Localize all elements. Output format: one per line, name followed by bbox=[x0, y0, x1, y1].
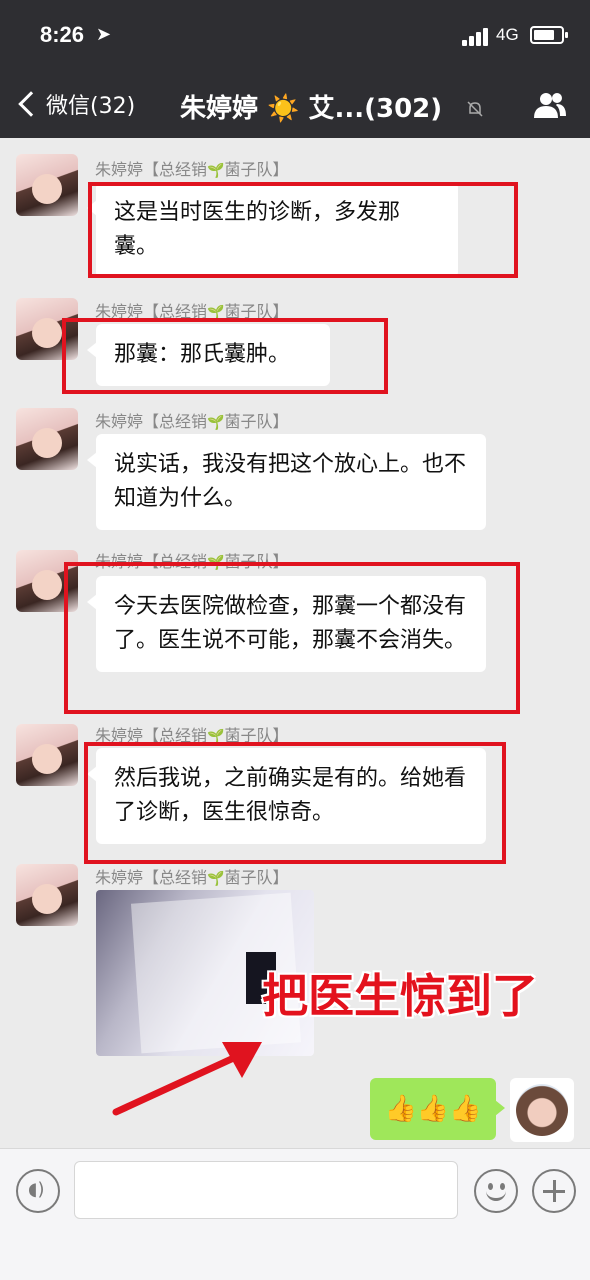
battery-icon bbox=[530, 26, 568, 44]
sender-avatar[interactable] bbox=[16, 408, 78, 470]
chat-title: 朱婷婷 ☀️ 艾...(302) bbox=[180, 94, 443, 124]
more-button[interactable] bbox=[532, 1169, 576, 1213]
message-input[interactable] bbox=[74, 1161, 458, 1219]
sender-avatar[interactable] bbox=[16, 724, 78, 786]
sprout-icon: 🌱 bbox=[207, 729, 225, 745]
status-bar: 8:26 ➤ 4G bbox=[0, 0, 590, 70]
message-bubble[interactable]: 说实话，我没有把这个放心上。也不知道为什么。 bbox=[87, 434, 486, 530]
status-time: 8:26 bbox=[40, 22, 85, 47]
sender-avatar[interactable] bbox=[16, 298, 78, 360]
back-button[interactable]: 微信(32) bbox=[14, 88, 135, 120]
message-bubble[interactable]: 然后我说，之前确实是有的。给她看了诊断，医生很惊奇。 bbox=[87, 748, 486, 844]
sender-label: 朱婷婷【总经销🌱菌子队】 bbox=[95, 412, 289, 431]
sprout-icon: 🌱 bbox=[207, 415, 225, 431]
back-label: 微信(32) bbox=[46, 94, 136, 119]
my-message-bubble[interactable]: 👍👍👍 bbox=[370, 1078, 505, 1140]
my-avatar[interactable] bbox=[510, 1078, 574, 1142]
voice-button[interactable]: ◖) bbox=[16, 1169, 60, 1213]
input-bar: ◖) bbox=[0, 1148, 590, 1280]
sender-label: 朱婷婷【总经销🌱菌子队】 bbox=[95, 302, 289, 321]
message-bubble[interactable]: 今天去医院做检查，那囊一个都没有了。医生说不可能，那囊不会消失。 bbox=[87, 576, 486, 672]
mute-bell-icon bbox=[467, 101, 483, 117]
sprout-icon: 🌱 bbox=[207, 871, 225, 887]
sender-label: 朱婷婷【总经销🌱菌子队】 bbox=[95, 552, 289, 571]
sprout-icon: 🌱 bbox=[207, 555, 225, 571]
chat-area[interactable]: 朱婷婷【总经销🌱菌子队】 这是当时医生的诊断，多发那囊。 朱婷婷【总经销🌱菌子队… bbox=[0, 138, 590, 1148]
photo-caption: 把医生惊到了 bbox=[262, 969, 538, 1023]
nav-bar: 微信(32) 朱婷婷 ☀️ 艾...(302) bbox=[0, 70, 590, 138]
emoji-button[interactable] bbox=[474, 1169, 518, 1213]
sprout-icon: 🌱 bbox=[207, 163, 225, 179]
red-arrow-icon bbox=[112, 1042, 262, 1116]
sender-label: 朱婷婷【总经销🌱菌子队】 bbox=[95, 160, 289, 179]
top-bar: 8:26 ➤ 4G 微信(32) 朱婷婷 ☀️ 艾...(302) bbox=[0, 0, 590, 138]
chevron-left-icon bbox=[18, 91, 44, 117]
sprout-icon: 🌱 bbox=[207, 305, 225, 321]
location-arrow-icon: ➤ bbox=[96, 24, 112, 45]
voice-icon: ◖) bbox=[28, 1179, 45, 1200]
smiley-icon bbox=[486, 1191, 506, 1201]
sender-label: 朱婷婷【总经销🌱菌子队】 bbox=[95, 726, 289, 745]
network-type: 4G bbox=[496, 25, 519, 44]
signal-icon bbox=[462, 26, 490, 46]
message-bubble[interactable]: 那囊：那氏囊肿。 bbox=[87, 324, 330, 386]
group-members-icon[interactable] bbox=[532, 90, 568, 120]
sender-avatar[interactable] bbox=[16, 864, 78, 926]
sender-avatar[interactable] bbox=[16, 154, 78, 216]
sender-label: 朱婷婷【总经销🌱菌子队】 bbox=[95, 868, 289, 887]
sender-avatar[interactable] bbox=[16, 550, 78, 612]
message-bubble[interactable]: 这是当时医生的诊断，多发那囊。 bbox=[87, 182, 458, 278]
